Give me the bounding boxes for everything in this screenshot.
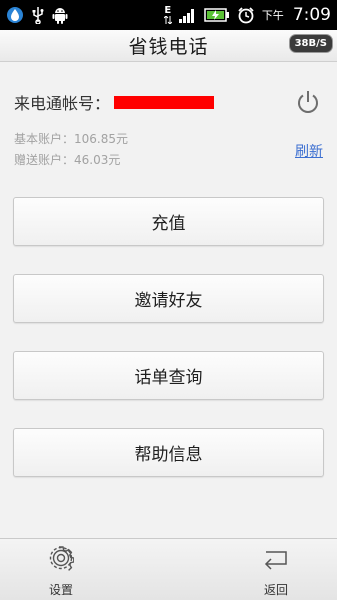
back-tab[interactable]: 返回 [246,545,306,597]
bottom-bar: 设置 返回 [0,538,337,600]
account-label: 来电通帐号： [14,94,111,113]
data-arrows-icon [163,16,172,24]
gift-balance: 赠送账户：46.03元 [14,153,121,167]
help-info-button[interactable]: 帮助信息 [13,428,324,477]
status-bar: E 下午 7:09 [0,0,337,30]
status-right-icons: E 下午 7:09 [163,5,331,25]
invite-friends-button[interactable]: 邀请好友 [13,274,324,323]
signal-strength-icon [178,7,197,23]
usb-icon [31,6,45,24]
network-type-indicator: E [163,5,172,24]
account-row: 来电通帐号： [14,86,324,118]
title-bar: 省钱电话 38B/S [0,30,337,62]
settings-tab-label: 设置 [48,583,73,597]
page-title: 省钱电话 [128,36,209,58]
bill-query-button[interactable]: 话单查询 [13,351,324,400]
android-debug-icon [52,6,68,24]
battery-charging-icon [204,8,230,22]
network-speed-badge: 38B/S [288,34,333,53]
settings-tab[interactable]: 设置 [31,545,91,597]
status-time: 7:09 [292,5,331,25]
refresh-link[interactable]: 刷新 [295,141,323,161]
alarm-clock-icon [237,6,255,24]
back-tab-label: 返回 [263,583,288,597]
back-arrow-icon [262,545,290,575]
network-type-label: E [164,5,172,16]
status-ampm: 下午 [261,9,284,22]
basic-balance: 基本账户：106.85元 [14,132,128,146]
droplet-notification-icon [6,6,24,24]
gear-icon [48,545,75,575]
account-number-redacted [114,95,215,109]
status-left-icons [6,6,68,24]
recharge-button[interactable]: 充值 [13,197,324,246]
power-icon[interactable] [294,88,322,116]
